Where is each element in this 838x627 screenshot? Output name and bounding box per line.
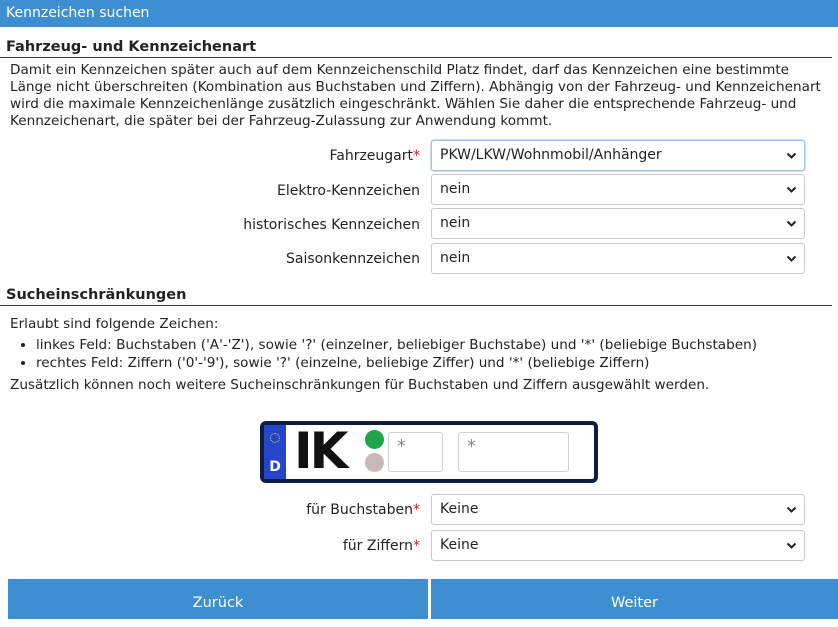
historisch-value: nein — [440, 215, 471, 231]
elektro-value: nein — [440, 181, 471, 197]
buchstaben-label: für Buchstaben* — [306, 501, 420, 519]
district-code: IK — [294, 422, 348, 480]
registration-seal-icon — [365, 453, 384, 472]
buchstaben-value: Keine — [440, 501, 479, 517]
chevron-down-icon — [786, 220, 797, 227]
description-line-3: wird die maximale Kennzeichenlänge zusät… — [10, 96, 797, 112]
section-heading-vehicle: Fahrzeug- und Kennzeichenart — [0, 37, 832, 58]
elektro-select[interactable]: nein — [431, 174, 805, 205]
historisch-label: historisches Kennzeichen — [243, 217, 420, 233]
section-heading-restrictions: Sucheinschränkungen — [0, 285, 832, 306]
ziffern-select[interactable]: Keine — [431, 530, 805, 561]
chevron-down-icon — [786, 152, 797, 159]
chevron-down-icon — [786, 542, 797, 549]
inspection-seal-icon — [365, 430, 384, 449]
back-button[interactable]: Zurück — [8, 579, 428, 619]
restrictions-note: Zusätzlich können noch weitere Sucheinsc… — [10, 377, 710, 393]
license-plate: D IK * * — [260, 421, 598, 483]
country-code: D — [269, 459, 281, 475]
ziffern-value: Keine — [440, 537, 479, 553]
eu-stars-icon — [270, 433, 280, 443]
buchstaben-label-text: für Buchstaben — [306, 502, 413, 518]
digits-input[interactable]: * — [458, 432, 569, 472]
window-title: Kennzeichen suchen — [0, 0, 838, 27]
elektro-label: Elektro-Kennzeichen — [276, 183, 420, 199]
saison-value: nein — [440, 250, 471, 266]
ziffern-label: für Ziffern* — [343, 537, 420, 555]
next-button[interactable]: Weiter — [431, 579, 838, 619]
saison-label: Saisonkennzeichen — [286, 251, 420, 267]
letters-input[interactable]: * — [388, 432, 443, 472]
fahrzeugart-select[interactable]: PKW/LKW/Wohnmobil/Anhänger — [431, 140, 805, 171]
required-marker: * — [413, 502, 420, 518]
required-marker: * — [413, 538, 420, 554]
chevron-down-icon — [786, 255, 797, 262]
rule-left-field: linkes Feld: Buchstaben ('A'-'Z'), sowie… — [36, 336, 757, 354]
historisch-select[interactable]: nein — [431, 208, 805, 239]
fahrzeugart-value: PKW/LKW/Wohnmobil/Anhänger — [440, 147, 662, 163]
description-line-1: Damit ein Kennzeichen später auch auf de… — [10, 62, 790, 78]
eu-band: D — [264, 425, 286, 479]
description-line-2: Länge nicht überschreiten (Kombination a… — [10, 79, 821, 95]
fahrzeugart-label: Fahrzeugart* — [329, 147, 420, 165]
chevron-down-icon — [786, 186, 797, 193]
required-marker: * — [413, 148, 420, 164]
ziffern-label-text: für Ziffern — [342, 538, 413, 554]
rules-list: linkes Feld: Buchstaben ('A'-'Z'), sowie… — [22, 336, 757, 372]
buchstaben-select[interactable]: Keine — [431, 494, 805, 525]
rule-right-field: rechtes Feld: Ziffern ('0'-'9'), sowie '… — [36, 354, 757, 372]
saison-select[interactable]: nein — [431, 243, 805, 274]
allowed-chars-intro: Erlaubt sind folgende Zeichen: — [10, 316, 219, 332]
fahrzeugart-label-text: Fahrzeugart — [329, 148, 413, 164]
description-line-4: Kennzeichenart, die später bei der Fahrz… — [10, 113, 553, 129]
chevron-down-icon — [786, 506, 797, 513]
